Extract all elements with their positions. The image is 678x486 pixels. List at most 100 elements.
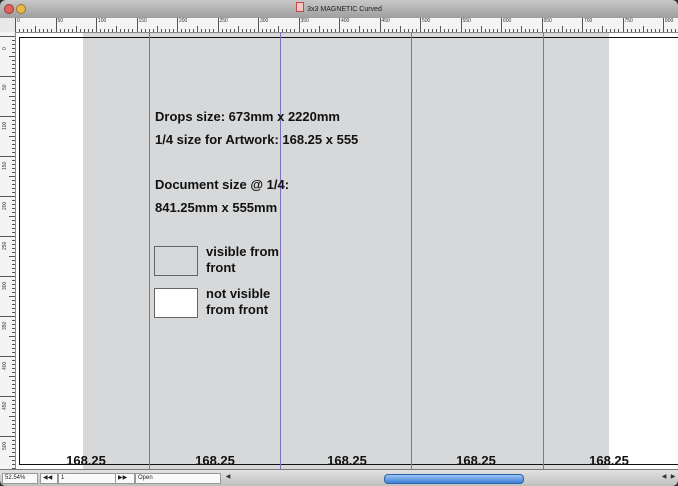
ruler-minor-tick xyxy=(12,440,15,441)
ruler-minor-tick xyxy=(12,188,15,189)
document-size-value: 841.25mm x 555mm xyxy=(155,200,278,215)
ruler-tick-label: 200 xyxy=(179,18,188,24)
ruler-minor-tick xyxy=(561,26,563,32)
ruler-minor-tick xyxy=(598,29,600,32)
scroll-left-icon[interactable]: ◀ xyxy=(224,473,232,482)
ruler-minor-tick xyxy=(12,100,15,101)
page-next-buttons[interactable]: ▶▶ xyxy=(115,473,135,484)
ruler-major-tick xyxy=(379,18,381,32)
ruler-tick-label: 350 xyxy=(2,321,8,330)
ruler-minor-tick xyxy=(351,29,353,32)
ruler-minor-tick xyxy=(12,264,15,265)
document-status[interactable]: Open xyxy=(135,473,221,484)
ruler-minor-tick xyxy=(197,26,199,32)
ruler-minor-tick xyxy=(12,308,15,309)
ruler-tick-label: 300 xyxy=(2,281,8,290)
column-guide[interactable] xyxy=(149,33,150,469)
ruler-tick-label: 250 xyxy=(2,241,8,250)
ruler-minor-tick xyxy=(391,29,393,32)
ruler-minor-tick xyxy=(521,26,523,32)
ruler-minor-tick xyxy=(12,72,15,73)
ruler-minor-tick xyxy=(549,29,551,32)
title-bar[interactable]: 3x3 MAGNETIC Curved xyxy=(0,0,678,19)
ruler-minor-tick xyxy=(12,180,15,181)
scroll-left-arrow-icon[interactable]: ◀ xyxy=(660,473,668,482)
ruler-minor-tick xyxy=(229,29,231,32)
ruler-minor-tick xyxy=(148,29,150,32)
page-nav-buttons[interactable]: ◀◀ xyxy=(40,473,58,484)
ruler-minor-tick xyxy=(411,29,413,32)
ruler-minor-tick xyxy=(245,29,247,32)
ruler-major-tick xyxy=(55,18,57,32)
ruler-minor-tick xyxy=(168,29,170,32)
ruler-minor-tick xyxy=(375,29,377,32)
ruler-tick-label: 400 xyxy=(2,361,8,370)
ruler-minor-tick xyxy=(12,52,15,53)
ruler-minor-tick xyxy=(221,29,223,32)
zoom-field[interactable]: 52.54% xyxy=(2,473,38,484)
ruler-minor-tick xyxy=(363,29,365,32)
ruler-minor-tick xyxy=(12,44,15,45)
ruler-minor-tick xyxy=(12,84,15,85)
ruler-corner[interactable] xyxy=(0,18,16,33)
ruler-major-tick xyxy=(177,18,178,32)
ruler-minor-tick xyxy=(282,29,284,32)
ruler-minor-tick xyxy=(12,232,15,233)
horizontal-scrollbar-thumb[interactable] xyxy=(384,474,524,484)
ruler-major-tick xyxy=(0,396,15,397)
ruler-minor-tick xyxy=(464,29,466,32)
not-visible-legend-label: not visible from front xyxy=(206,286,270,318)
page-number-field[interactable]: 1 xyxy=(58,473,116,484)
ruler-tick-label: 750 xyxy=(624,18,633,24)
vertical-ruler[interactable]: 0 50 100 150 200 250 300 350 400 450 500 xyxy=(0,32,16,469)
ruler-minor-tick xyxy=(488,29,490,32)
ruler-tick-label: 150 xyxy=(2,161,8,170)
ruler-minor-tick xyxy=(12,448,15,449)
ruler-minor-tick xyxy=(12,300,15,301)
ruler-minor-tick xyxy=(91,29,93,32)
ruler-minor-tick xyxy=(675,29,677,32)
ruler-minor-tick xyxy=(9,376,15,377)
ruler-minor-tick xyxy=(12,224,15,225)
column-guide[interactable] xyxy=(411,33,412,469)
ruler-minor-tick xyxy=(12,320,15,321)
ruler-tick-label: 350 xyxy=(300,18,309,24)
visible-legend-line: front xyxy=(206,260,236,275)
ruler-major-tick xyxy=(15,18,16,32)
ruler-minor-tick xyxy=(266,29,268,32)
ruler-minor-tick xyxy=(610,29,612,32)
ruler-minor-tick xyxy=(27,29,29,32)
scroll-right-arrow-icon[interactable]: ▶ xyxy=(669,473,677,482)
ruler-tick-label: 100 xyxy=(98,18,107,24)
ruler-minor-tick xyxy=(12,88,15,89)
ruler-minor-tick xyxy=(505,29,507,32)
ruler-minor-tick xyxy=(638,29,640,32)
ruler-minor-tick xyxy=(322,29,324,32)
ruler-minor-tick xyxy=(671,29,673,32)
ruler-minor-tick xyxy=(577,29,579,32)
app-window: 3x3 MAGNETIC Curved 0 50 100 150 200 250 300 35… xyxy=(0,0,678,486)
ruler-minor-tick xyxy=(112,29,114,32)
ruler-minor-tick xyxy=(343,29,345,32)
ruler-minor-tick xyxy=(172,29,174,32)
ruler-minor-tick xyxy=(12,372,15,373)
ruler-major-tick xyxy=(0,36,15,37)
document-size-label: Document size @ 1/4: xyxy=(155,177,290,192)
horizontal-ruler[interactable]: 0 50 100 150 200 250 300 350 400 450 500 550 600 650 7… xyxy=(15,18,678,33)
ruler-minor-tick xyxy=(12,464,15,465)
document-canvas[interactable]: Drops size: 673mm x 2220mm 1/4 size for … xyxy=(16,33,678,469)
document-icon xyxy=(296,2,305,12)
ruler-minor-tick xyxy=(274,29,276,32)
ruler-minor-tick xyxy=(650,29,652,32)
ruler-minor-tick xyxy=(12,164,15,165)
column-guide[interactable] xyxy=(280,33,281,469)
ruler-minor-tick xyxy=(205,29,207,32)
ruler-minor-tick xyxy=(330,29,332,32)
ruler-minor-tick xyxy=(120,29,122,32)
ruler-minor-tick xyxy=(104,29,106,32)
column-guide[interactable] xyxy=(543,33,544,469)
ruler-minor-tick xyxy=(395,29,397,32)
ruler-minor-tick xyxy=(213,29,215,32)
ruler-tick-label: 550 xyxy=(462,18,471,24)
ruler-tick-label: 450 xyxy=(381,18,390,24)
